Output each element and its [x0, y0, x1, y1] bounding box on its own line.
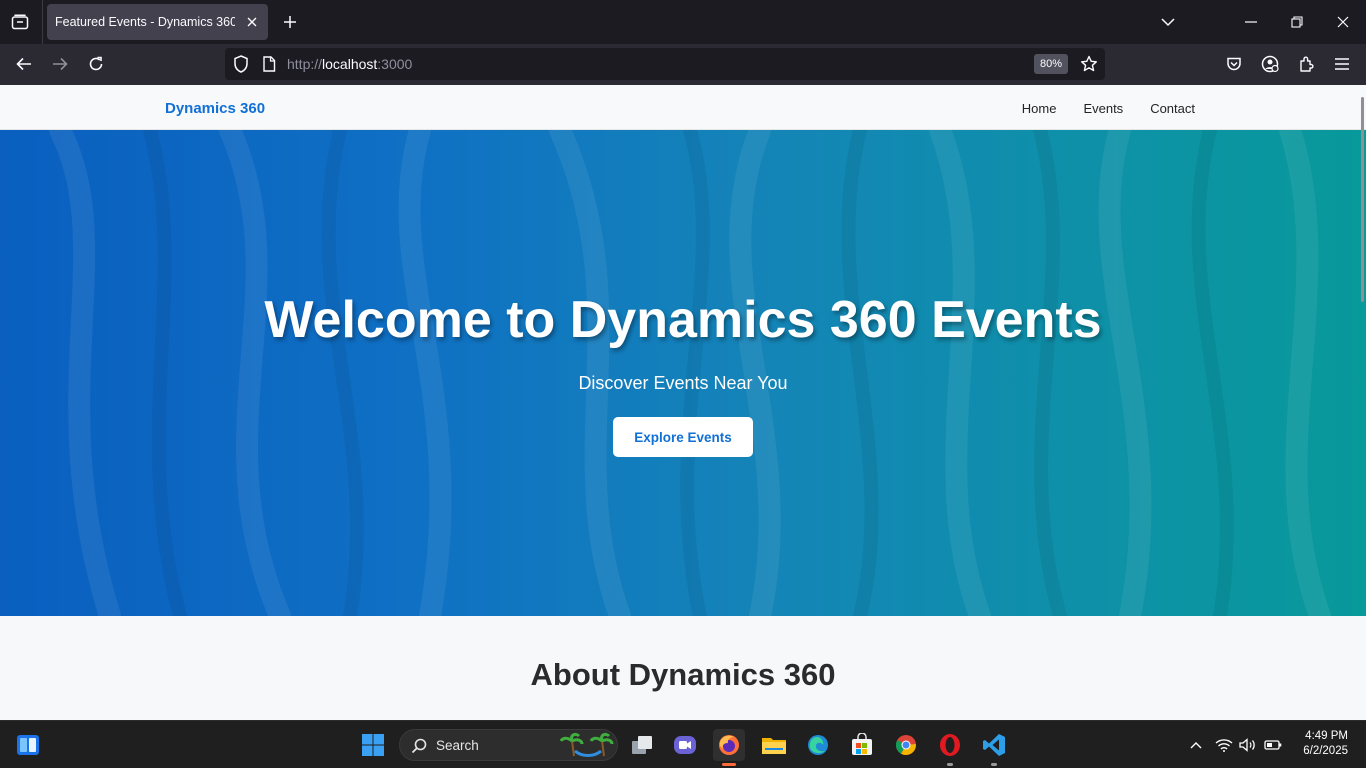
widgets-icon[interactable] — [12, 729, 44, 761]
volume-icon[interactable] — [1236, 729, 1260, 761]
wifi-icon[interactable] — [1212, 729, 1236, 761]
file-explorer-icon[interactable] — [758, 729, 790, 761]
account-icon[interactable] — [1256, 50, 1284, 78]
taskbar-search-box[interactable]: Search — [399, 729, 618, 761]
palm-tree-highlight-icon — [559, 732, 616, 763]
clock-date: 6/2/2025 — [1303, 745, 1348, 757]
hero-subtitle: Discover Events Near You — [578, 373, 788, 393]
browser-toolbar: http://localhost:3000 80% — [0, 44, 1366, 85]
menu-hamburger-icon[interactable] — [1328, 50, 1356, 78]
about-section-title: About Dynamics 360 — [530, 657, 836, 692]
search-icon — [411, 738, 427, 759]
new-tab-icon[interactable] — [278, 10, 302, 34]
address-bar[interactable]: http://localhost:3000 80% — [225, 48, 1105, 80]
list-all-tabs-icon[interactable] — [1154, 8, 1182, 36]
shield-icon[interactable] — [233, 55, 249, 78]
nav-links: Home Events Contact — [1022, 101, 1195, 116]
tab-title: Featured Events - Dynamics 360 — [55, 15, 235, 29]
active-app-indicator — [722, 763, 736, 766]
extensions-icon[interactable] — [1292, 50, 1320, 78]
url-scheme: http:// — [287, 56, 323, 72]
close-window-icon[interactable] — [1329, 8, 1357, 36]
page-viewport: Dynamics 360 Home Events Contact Welcome… — [0, 85, 1366, 720]
explore-events-button[interactable]: Explore Events — [613, 417, 753, 457]
microsoft-store-icon[interactable] — [846, 729, 878, 761]
search-label: Search — [436, 738, 479, 753]
bookmark-star-icon[interactable] — [1080, 55, 1098, 78]
open-app-indicator — [991, 763, 997, 766]
clock-time: 4:49 PM — [1305, 730, 1348, 742]
page-info-icon[interactable] — [262, 56, 276, 77]
reload-icon[interactable] — [82, 50, 110, 78]
url-port: :3000 — [377, 56, 413, 72]
tab-separator — [42, 0, 43, 44]
nav-link-contact[interactable]: Contact — [1150, 101, 1195, 116]
url-text: http://localhost:3000 — [287, 56, 412, 72]
minimize-icon[interactable] — [1237, 8, 1265, 36]
opera-browser-icon[interactable] — [934, 729, 966, 766]
windows-taskbar: Search 4:49 PM 6/2/2025 — [0, 720, 1366, 768]
firefox-view-icon[interactable] — [8, 10, 32, 34]
back-arrow-icon[interactable] — [10, 50, 38, 78]
nav-link-home[interactable]: Home — [1022, 101, 1057, 116]
teams-chat-icon[interactable] — [669, 729, 701, 761]
site-navbar: Dynamics 360 Home Events Contact — [0, 85, 1366, 130]
hero-banner: Welcome to Dynamics 360 Events Discover … — [0, 130, 1366, 616]
chrome-browser-icon[interactable] — [890, 729, 922, 761]
edge-browser-icon[interactable] — [802, 729, 834, 761]
hero-title: Welcome to Dynamics 360 Events — [264, 291, 1102, 349]
forward-arrow-icon[interactable] — [46, 50, 74, 78]
browser-tab-strip: Featured Events - Dynamics 360 — [0, 0, 1366, 44]
pocket-icon[interactable] — [1220, 50, 1248, 78]
firefox-taskbar-icon[interactable] — [713, 729, 745, 766]
task-view-icon[interactable] — [626, 729, 658, 761]
site-brand-link[interactable]: Dynamics 360 — [165, 100, 265, 117]
show-hidden-icons-chevron-icon[interactable] — [1184, 729, 1208, 761]
zoom-level-badge[interactable]: 80% — [1034, 54, 1068, 74]
windows-start-icon[interactable] — [357, 729, 389, 761]
nav-link-events[interactable]: Events — [1083, 101, 1123, 116]
page-scrollbar[interactable] — [1361, 97, 1364, 302]
open-app-indicator — [947, 763, 953, 766]
restore-icon[interactable] — [1283, 8, 1311, 36]
url-host: localhost — [322, 56, 378, 72]
vscode-icon[interactable] — [978, 729, 1010, 766]
active-tab[interactable]: Featured Events - Dynamics 360 — [47, 4, 268, 40]
close-tab-icon[interactable] — [242, 12, 262, 32]
battery-icon[interactable] — [1261, 729, 1285, 761]
system-clock[interactable]: 4:49 PM 6/2/2025 — [1303, 729, 1348, 759]
